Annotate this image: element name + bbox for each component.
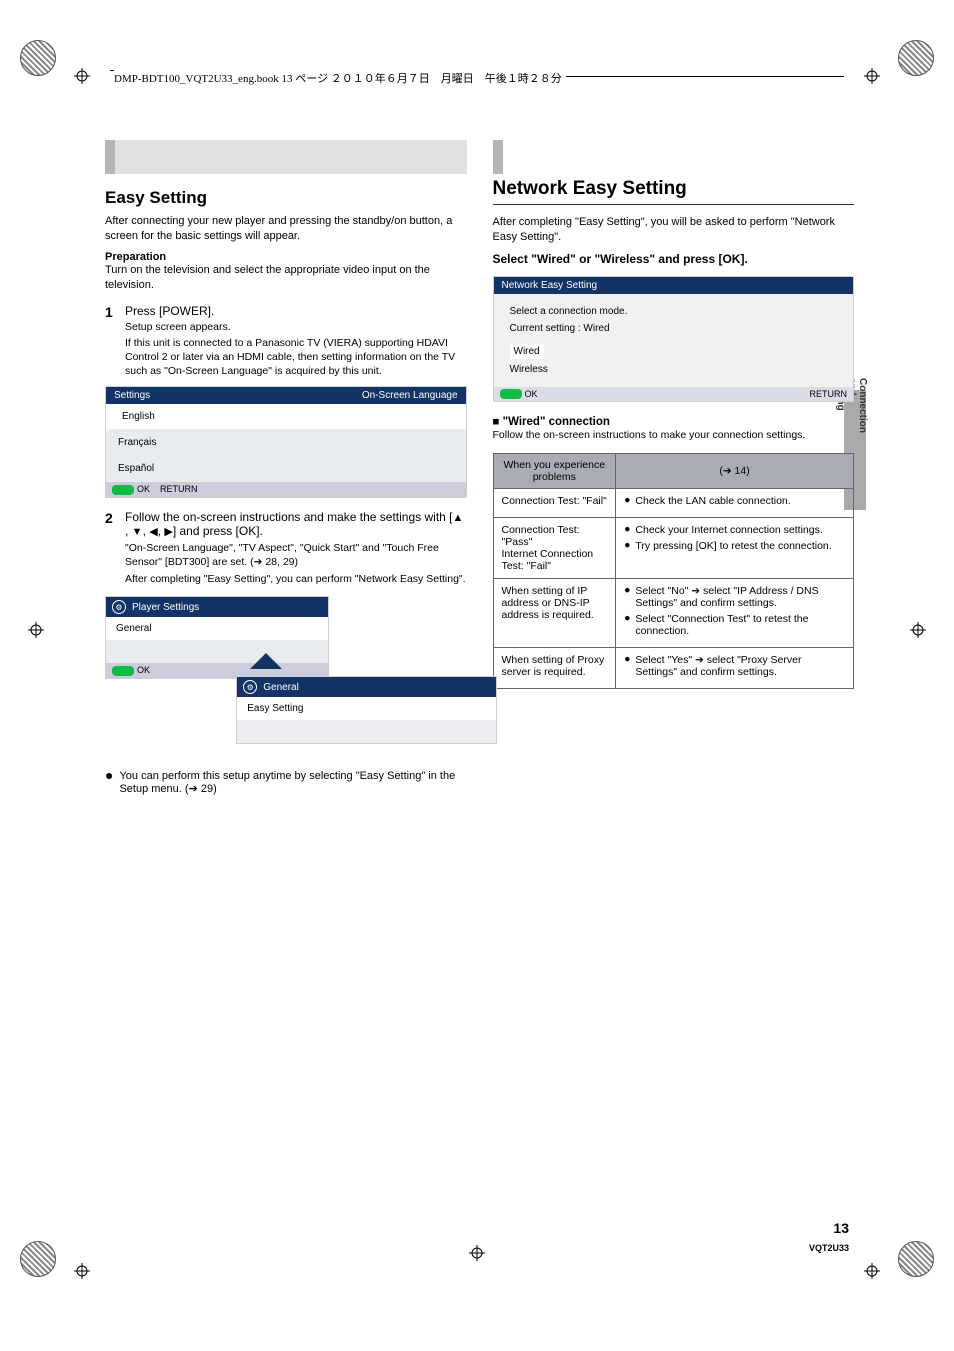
submenu-option: Easy Setting	[237, 697, 495, 720]
section-tab-small	[493, 140, 503, 174]
submenu-item-blank	[106, 640, 328, 663]
table-cell: ●Check the LAN cable connection.	[616, 489, 854, 518]
box-option-selected: Wired	[510, 344, 544, 359]
wired-sub-text: Follow the on-screen instructions to mak…	[493, 428, 855, 443]
table-head-left: When you experience problems	[493, 454, 616, 489]
easy-setting-intro: After connecting your new player and pre…	[105, 214, 467, 245]
right-column: Network Easy Setting After completing "E…	[493, 140, 855, 795]
wired-sub-title: ■ "Wired" connection	[493, 416, 855, 428]
box-line2: Current setting : Wired	[510, 321, 838, 336]
table-row: Connection Test: "Pass" Internet Connect…	[493, 518, 854, 579]
table-row: Connection Test: "Fail" ●Check the LAN c…	[493, 489, 854, 518]
note-text: You can perform this setup anytime by se…	[119, 770, 466, 795]
box-line1: Select a connection mode.	[510, 304, 838, 319]
ok-lamp-icon	[112, 485, 134, 495]
settings-option: Español	[106, 456, 466, 482]
network-easy-setting-title: Network Easy Setting	[493, 178, 855, 200]
preparation-label: Preparation	[105, 251, 467, 263]
section-bar	[105, 140, 467, 174]
preparation-text: Turn on the television and select the ap…	[105, 263, 467, 294]
step-1: 1 Press [POWER]. Setup screen appears. I…	[105, 304, 467, 379]
page: DMP-BDT100_VQT2U33_eng.book 13 ページ ２０１０年…	[0, 0, 954, 1351]
network-intro: After completing "Easy Setting", you wil…	[493, 215, 855, 246]
arrow-icon	[250, 653, 282, 669]
network-instruction: Select "Wired" or "Wireless" and press […	[493, 252, 855, 266]
table-row: When setting of IP address or DNS-IP add…	[493, 579, 854, 648]
easy-setting-title: Easy Setting	[105, 188, 467, 208]
crosshair-icon	[74, 68, 90, 84]
submenu-figure: ⚙ Player Settings General OK	[105, 596, 467, 680]
crosshair-icon	[864, 68, 880, 84]
table-row: When setting of Proxy server is required…	[493, 648, 854, 689]
step-1-text: Press [POWER].	[125, 304, 467, 318]
box-option: Wireless	[510, 362, 838, 377]
crosshair-icon	[28, 622, 44, 638]
step-2-text: Follow the on-screen instructions and ma…	[125, 510, 463, 538]
settings-subtitle: On-Screen Language	[362, 390, 458, 401]
table-head-right: (➔ 14)	[616, 454, 854, 489]
header-filename: DMP-BDT100_VQT2U33_eng.book 13 ページ ２０１０年…	[110, 70, 844, 86]
step-2-sub2: After completing "Easy Setting", you can…	[125, 572, 467, 586]
document-code: VQT2U33	[809, 1243, 849, 1253]
ok-lamp-icon	[500, 389, 522, 399]
header-text: DMP-BDT100_VQT2U33_eng.book 13 ページ ２０１０年…	[114, 73, 566, 85]
left-column: Easy Setting After connecting your new p…	[105, 140, 467, 795]
crosshair-icon	[469, 1245, 485, 1261]
gear-icon: ⚙	[243, 680, 257, 694]
gear-icon: ⚙	[112, 600, 126, 614]
page-number: 13	[833, 1220, 849, 1236]
step-2: 2 Follow the on-screen instructions and …	[105, 510, 467, 587]
crosshair-icon	[910, 622, 926, 638]
network-box: Network Easy Setting Select a connection…	[493, 276, 855, 403]
crosshair-icon	[74, 1263, 90, 1279]
table-cell: When setting of Proxy server is required…	[493, 648, 616, 689]
step-1-sub: Setup screen appears.	[125, 321, 467, 333]
ok-lamp-icon	[112, 666, 134, 676]
submenu-option-blank	[237, 720, 495, 743]
settings-option: Français	[106, 430, 466, 456]
settings-option: English	[106, 404, 466, 430]
settings-title: Settings	[114, 390, 150, 401]
table-cell: ●Select "Yes" ➔ select "Proxy Server Set…	[616, 648, 854, 689]
step-2-sub: "On-Screen Language", "TV Aspect", "Quic…	[125, 541, 467, 569]
table-cell: Connection Test: "Fail"	[493, 489, 616, 518]
submenu-item: General	[106, 617, 328, 640]
settings-box: Settings On-Screen Language English Fran…	[105, 386, 467, 498]
troubleshooting-table: When you experience problems (➔ 14) Conn…	[493, 453, 855, 689]
table-cell: ●Check your Internet connection settings…	[616, 518, 854, 579]
table-cell: Connection Test: "Pass" Internet Connect…	[493, 518, 616, 579]
table-cell: When setting of IP address or DNS-IP add…	[493, 579, 616, 648]
crosshair-icon	[864, 1263, 880, 1279]
table-cell: ●Select "No" ➔ select "IP Address / DNS …	[616, 579, 854, 648]
note-bullet: ● You can perform this setup anytime by …	[105, 770, 467, 795]
step-1-sub2: If this unit is connected to a Panasonic…	[125, 336, 467, 379]
